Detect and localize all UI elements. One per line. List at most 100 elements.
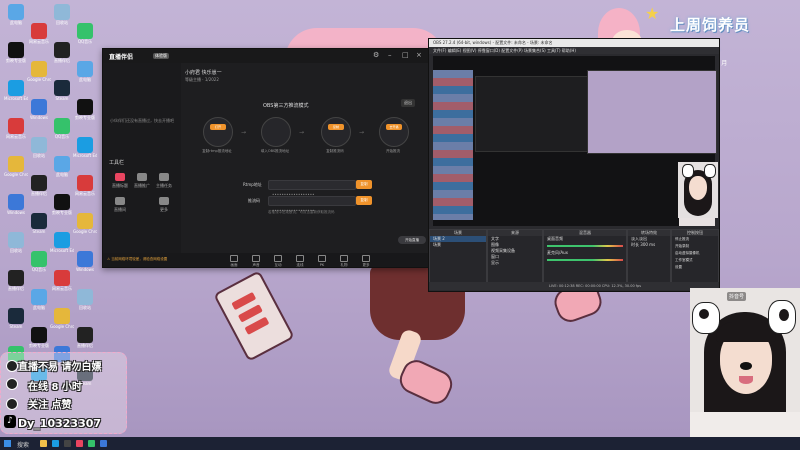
desktop-icon[interactable]: 此电脑 — [50, 156, 74, 177]
bottom-bar-item[interactable]: PK — [311, 255, 333, 267]
desktop-icon[interactable]: Windows — [4, 194, 28, 215]
bottom-bar-item[interactable]: 画面 — [223, 255, 245, 268]
desktop-icon[interactable]: 直播伴侣 — [73, 327, 97, 348]
desktop-icon[interactable]: Steam — [50, 80, 74, 101]
desktop-icon[interactable]: 网易云音乐 — [50, 270, 74, 291]
scenes-panel[interactable]: 场景 场景 2 场景 — [429, 229, 487, 283]
app-taskbar-icon[interactable] — [100, 440, 107, 447]
desktop-icon-image — [31, 99, 47, 115]
desktop-icon[interactable]: 回收站 — [50, 4, 74, 25]
desktop-icon[interactable]: 剪映专业版 — [50, 194, 74, 215]
desktop-icon[interactable]: Google Chrome — [50, 308, 74, 329]
desktop-icon[interactable]: Microsoft Edge — [50, 232, 74, 253]
controls-panel[interactable]: 控制按钮 停止推流 开始录制 启动虚拟摄像机 工作室模式 设置 — [671, 229, 719, 283]
desktop-icon[interactable]: 剪映专业版 — [73, 99, 97, 120]
bottom-bar-item[interactable]: 礼物 — [333, 255, 355, 268]
desktop-icon[interactable]: QQ音乐 — [27, 251, 51, 272]
settings-button[interactable]: 设置 — [672, 264, 718, 271]
obs-window[interactable]: OBS 27.2.4 (64-bit, windows) - 配置文件: 未命名… — [428, 38, 720, 292]
audio-meter[interactable] — [547, 259, 623, 261]
copy-key-button[interactable]: 复制 — [356, 196, 372, 205]
desktop-icon[interactable]: 剪映专业版 — [4, 42, 28, 63]
tool-item[interactable]: 直播标题 — [109, 173, 131, 189]
bottom-bar-item[interactable]: 更多 — [355, 255, 377, 268]
tool-item[interactable]: 直播间 — [109, 197, 131, 213]
desktop-icon[interactable]: Windows — [73, 251, 97, 272]
copy-rtmp-button[interactable]: 复制 — [356, 180, 372, 189]
desktop-icon[interactable]: 剪映专业版 — [27, 327, 51, 348]
taskbar-search[interactable]: 搜索 — [17, 440, 29, 449]
transition-panel[interactable]: 转场特效 淡入淡出 时长 300 ms — [627, 229, 671, 283]
desktop-icon[interactable]: Windows — [27, 99, 51, 120]
desktop-icon[interactable]: 此电脑 — [73, 61, 97, 82]
close-icon[interactable]: × — [416, 51, 422, 59]
desktop-icon-label: Microsoft Edge — [50, 248, 74, 253]
desktop-icon-image — [8, 270, 24, 286]
step-1-button[interactable]: 打开 — [210, 124, 226, 130]
desktop-icon[interactable]: Microsoft Edge — [4, 80, 28, 101]
app-titlebar[interactable]: 直播伴侣 体验版 ⚙ – □ × — [103, 49, 429, 63]
file-explorer-icon[interactable] — [40, 440, 47, 447]
bottom-bar-item[interactable]: 互动 — [267, 255, 289, 268]
sources-panel[interactable]: 来源 文字 图像 视频采集设备 窗口 显示 — [487, 229, 543, 283]
tool-item[interactable]: 主播任务 — [153, 173, 175, 189]
edge-icon[interactable] — [52, 440, 59, 447]
virtual-camera-button[interactable]: 启动虚拟摄像机 — [672, 250, 718, 257]
tool-item[interactable]: 直播推广 — [131, 173, 153, 189]
scene-item[interactable]: 场景 — [430, 242, 486, 248]
desktop-icon[interactable]: Google Chrome — [27, 61, 51, 82]
desktop-icon[interactable]: QQ音乐 — [73, 23, 97, 44]
source-item[interactable]: 显示 — [488, 260, 542, 266]
studio-mode-button[interactable]: 工作室模式 — [672, 257, 718, 264]
settings-icon[interactable]: ⚙ — [373, 51, 379, 59]
tools-heading: 工具栏 — [109, 160, 125, 166]
desktop-icon[interactable]: 回收站 — [73, 289, 97, 310]
stop-stream-button[interactable]: 停止推流 — [672, 236, 718, 243]
minimize-icon[interactable]: – — [388, 51, 392, 59]
audio-meter[interactable] — [547, 245, 623, 247]
desktop-icon[interactable]: 网易云音乐 — [73, 175, 97, 196]
desktop-wallpaper: 此电脑网易云音乐回收站QQ音乐剪映专业版Google Chrome直播伴侣此电脑… — [0, 0, 800, 437]
desktop-icon[interactable]: 直播伴侣 — [50, 42, 74, 63]
obs-menubar[interactable]: 文件(F) 编辑(E) 视图(V) 停靠窗口(D) 配置文件(P) 场景集合(S… — [429, 47, 719, 54]
step-4-button[interactable]: 去开播 — [386, 124, 402, 130]
desktop-icon[interactable]: 回收站 — [27, 137, 51, 158]
desktop-icon[interactable]: Steam — [27, 213, 51, 234]
step-3-button[interactable]: 复制 — [328, 124, 344, 130]
rtmp-field[interactable]: •••••••••••••••••• — [268, 180, 356, 197]
desktop-icon[interactable]: 网易云音乐 — [27, 23, 51, 44]
maximize-icon[interactable]: □ — [402, 51, 409, 59]
streaming-app-window[interactable]: 直播伴侣 体验版 ⚙ – □ × 小伙伴们还没有直播过，快去开播吧 工具栏 直播… — [102, 48, 430, 268]
desktop-icon[interactable]: QQ音乐 — [50, 118, 74, 139]
desktop-icon-label: Google Chrome — [50, 324, 74, 329]
streaming-app-taskbar-icon[interactable] — [76, 440, 83, 447]
wechat-icon[interactable] — [88, 440, 95, 447]
obs-preview[interactable] — [433, 56, 717, 226]
bottom-bar-item[interactable]: 连线 — [289, 255, 311, 268]
desktop-icon[interactable]: 直播伴侣 — [27, 175, 51, 196]
desktop-icon[interactable]: 此电脑 — [27, 289, 51, 310]
mixer-panel[interactable]: 混音器 桌面音频 麦克风/Aux — [543, 229, 627, 283]
start-live-button[interactable]: 开始直播 — [398, 236, 426, 244]
desktop-icon[interactable]: 网易云音乐 — [4, 118, 28, 139]
desktop-icon[interactable]: 回收站 — [4, 232, 28, 253]
start-menu-icon[interactable] — [4, 440, 11, 447]
desktop-icon[interactable]: 此电脑 — [4, 4, 28, 25]
desktop-icon[interactable]: Microsoft Edge — [73, 137, 97, 158]
tool-item[interactable]: 更多 — [153, 197, 175, 213]
record-button[interactable]: 开始录制 — [672, 243, 718, 250]
desktop-icon[interactable]: Google Chrome — [4, 156, 28, 177]
obs-titlebar[interactable]: OBS 27.2.4 (64-bit, windows) - 配置文件: 未命名… — [429, 39, 719, 47]
exit-mode-button[interactable]: 退出 — [401, 99, 415, 107]
desktop-icon[interactable]: 直播伴侣 — [4, 270, 28, 291]
bottom-bar-item[interactable]: 声音 — [245, 255, 267, 268]
desktop-icon[interactable]: Google Chrome — [73, 213, 97, 234]
stream-key-label: 推流码 — [248, 198, 260, 203]
obs-taskbar-icon[interactable] — [64, 440, 71, 447]
desktop-icon[interactable]: Steam — [4, 308, 28, 329]
desktop-icon-label: 回收站 — [33, 153, 45, 158]
desktop-icon-label: 网易云音乐 — [29, 39, 49, 44]
account-name[interactable]: 小府君 快乐崽一 — [185, 69, 222, 76]
stream-key-field[interactable]: •••••••••••••••••• — [268, 196, 356, 213]
transition-duration[interactable]: 时长 300 ms — [628, 242, 670, 248]
